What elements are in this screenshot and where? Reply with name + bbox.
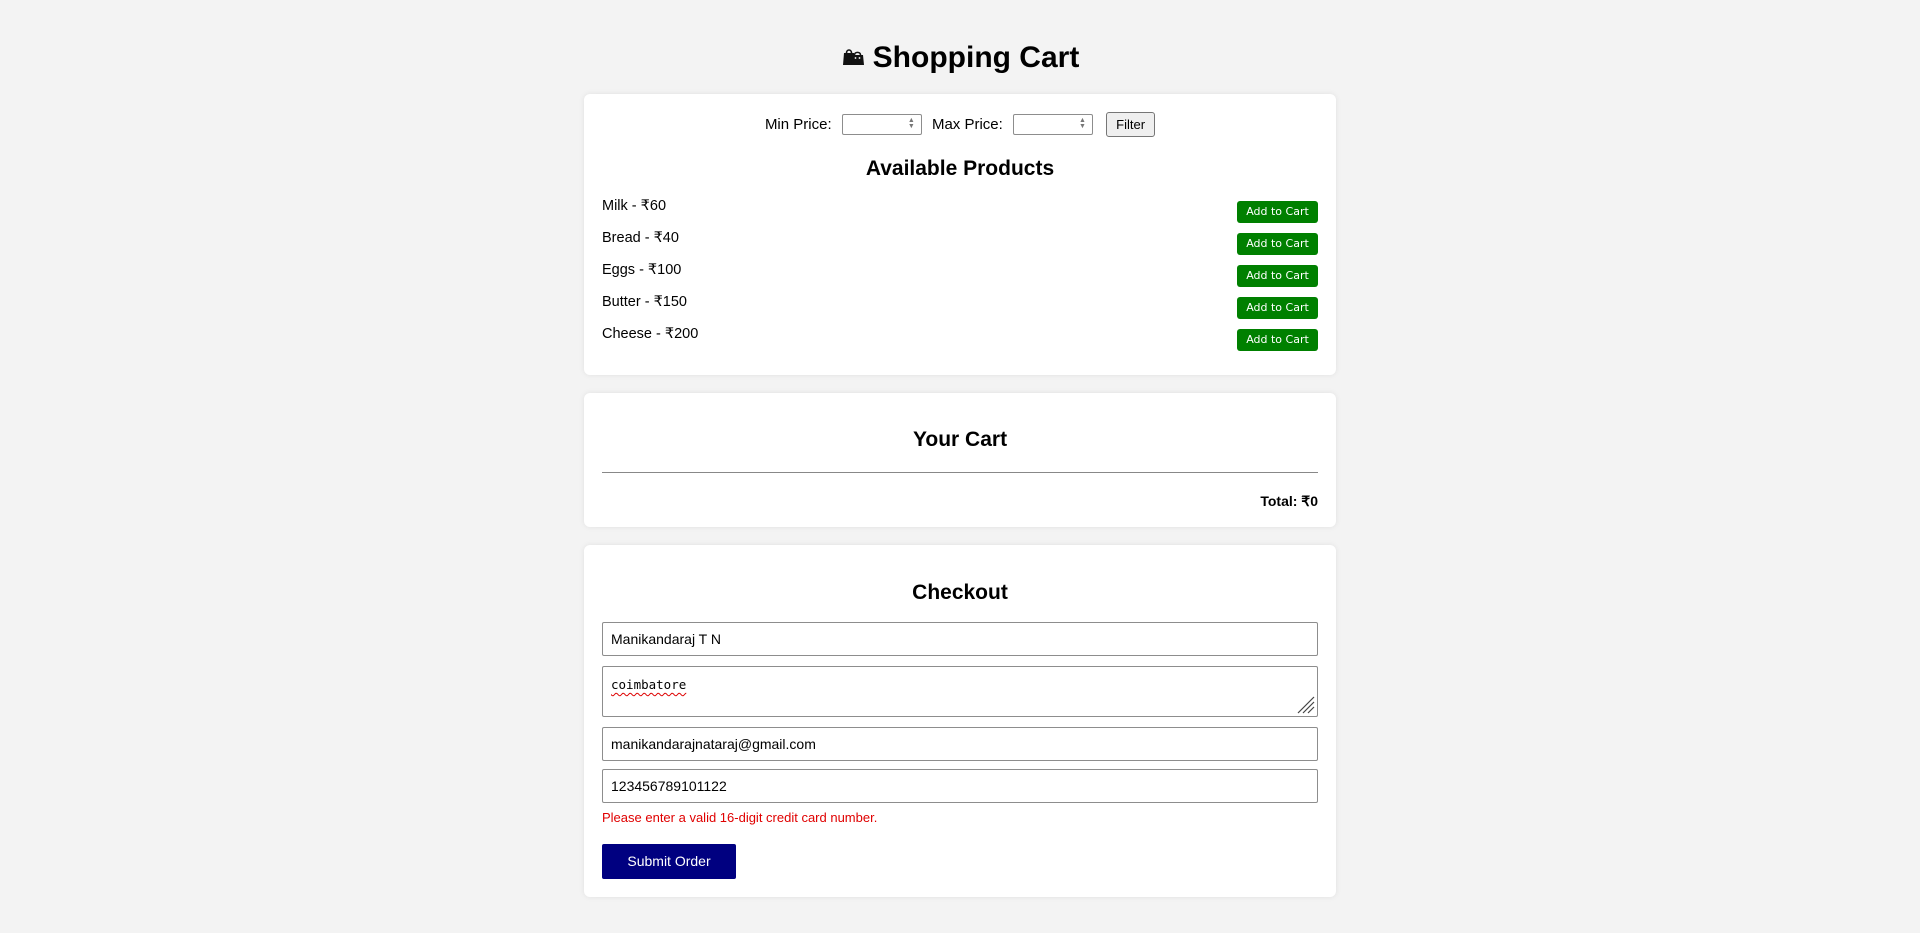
add-to-cart-button[interactable]: Add to Cart <box>1237 265 1318 287</box>
price-filter: Min Price: ▲ ▼ Max Price: ▲ ▼ Filter <box>584 112 1336 137</box>
checkout-title: Checkout <box>912 581 1008 604</box>
product-label: Bread - ₹40 <box>602 230 679 246</box>
product-label: Butter - ₹150 <box>602 294 687 310</box>
address-text: coimbatore <box>611 677 687 692</box>
cart-total: Total: ₹0 <box>1260 493 1318 509</box>
name-input[interactable]: Manikandaraj T N <box>602 622 1318 656</box>
shopping-bags-icon <box>841 37 865 77</box>
spinner-icon[interactable]: ▲ ▼ <box>1078 117 1087 131</box>
add-to-cart-button[interactable]: Add to Cart <box>1237 233 1318 255</box>
card-error-message: Please enter a valid 16-digit credit car… <box>602 810 878 825</box>
max-price-label: Max Price: <box>931 116 1003 133</box>
cart-title: Your Cart <box>912 428 1008 451</box>
product-row: Cheese - ₹200 Add to Cart <box>602 325 1318 351</box>
min-price-label: Min Price: <box>764 116 832 133</box>
min-price-input[interactable]: ▲ ▼ <box>841 114 922 135</box>
add-to-cart-button[interactable]: Add to Cart <box>1237 329 1318 351</box>
checkout-panel: Checkout Manikandaraj T N coimbatore man… <box>584 545 1336 897</box>
credit-card-input[interactable]: 123456789101122 <box>602 769 1318 803</box>
email-input[interactable]: manikandarajnataraj@gmail.com <box>602 727 1318 761</box>
product-label: Cheese - ₹200 <box>602 326 699 342</box>
product-label: Eggs - ₹100 <box>602 262 682 278</box>
page-title-text: Shopping Cart <box>872 41 1080 74</box>
filter-button[interactable]: Filter <box>1106 112 1156 137</box>
add-to-cart-button[interactable]: Add to Cart <box>1237 201 1318 223</box>
spinner-icon[interactable]: ▲ ▼ <box>907 117 916 131</box>
products-panel: Min Price: ▲ ▼ Max Price: ▲ ▼ Filter Avail… <box>584 94 1336 375</box>
cart-divider <box>602 472 1318 473</box>
resize-handle-icon[interactable] <box>1294 693 1316 715</box>
product-row: Eggs - ₹100 Add to Cart <box>602 261 1318 287</box>
address-textarea[interactable]: coimbatore <box>602 666 1318 717</box>
product-row: Butter - ₹150 Add to Cart <box>602 293 1318 319</box>
products-title: Available Products <box>865 157 1055 180</box>
page-title: Shopping Cart <box>0 38 1920 79</box>
submit-order-button[interactable]: Submit Order <box>602 844 736 879</box>
add-to-cart-button[interactable]: Add to Cart <box>1237 297 1318 319</box>
max-price-input[interactable]: ▲ ▼ <box>1013 114 1093 135</box>
cart-panel: Your Cart Total: ₹0 <box>584 393 1336 527</box>
product-row: Milk - ₹60 Add to Cart <box>602 197 1318 223</box>
product-label: Milk - ₹60 <box>602 198 667 214</box>
product-row: Bread - ₹40 Add to Cart <box>602 229 1318 255</box>
